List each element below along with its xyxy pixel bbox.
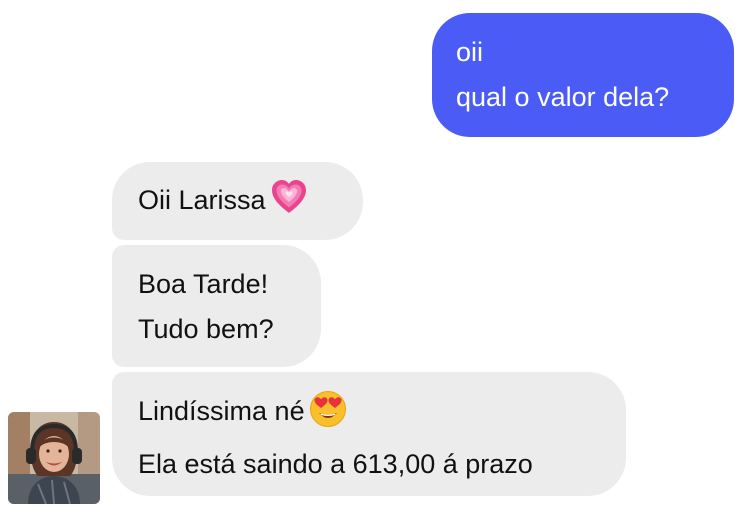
sent-message-line: qual o valor dela? [456,82,670,112]
sent-message-line: oii [456,37,484,67]
received-message-line: Lindíssima né [138,396,305,426]
received-message-line: Boa Tarde! [138,269,269,299]
received-message-bubble[interactable]: Oii Larissa [112,162,363,240]
growing-heart-emoji-icon [270,179,308,229]
avatar[interactable] [8,412,100,504]
received-message-bubble[interactable]: Lindíssima né Ela está saindo a 613,00 á… [112,372,626,496]
received-message-line: Tudo bem? [138,314,274,344]
received-message-bubble[interactable]: Boa Tarde! Tudo bem? [112,245,321,367]
avatar-photo [8,412,100,504]
received-message-line: Oii Larissa [138,185,266,215]
received-message-line: Ela está saindo a 613,00 á prazo [138,449,533,479]
heart-eyes-emoji-icon [309,390,347,442]
sent-message-bubble[interactable]: oii qual o valor dela? [432,13,734,137]
